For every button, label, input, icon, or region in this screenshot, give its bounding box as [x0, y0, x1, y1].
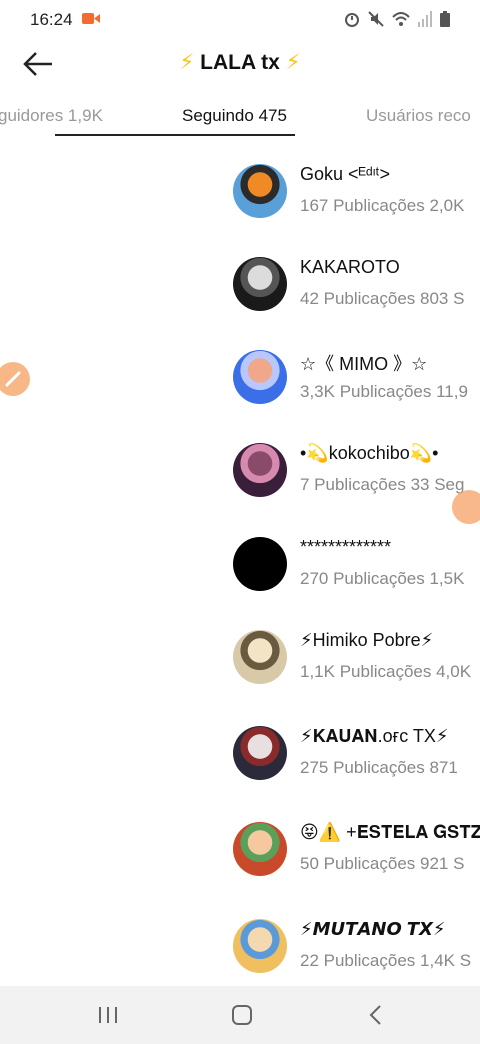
status-time: 16:24: [30, 10, 73, 29]
tab-active-indicator: [55, 134, 295, 136]
user-stats: 270 Publicações 1,5K: [300, 569, 465, 588]
user-stats: 167 Publicações 2,0K: [300, 196, 465, 215]
status-icons: [344, 11, 450, 27]
home-icon[interactable]: [222, 1002, 262, 1028]
status-bar: 16:24: [0, 0, 480, 38]
user-stats: 275 Publicações 871: [300, 758, 458, 777]
avatar[interactable]: [233, 443, 287, 497]
user-name: ⚡𝐊𝐀𝐔𝐀𝐍.ᴏғᴄ TX⚡: [300, 726, 449, 746]
list-item[interactable]: KAKAROTO 42 Publicações 803 S: [230, 243, 480, 333]
avatar[interactable]: [233, 537, 287, 591]
avatar[interactable]: [233, 822, 287, 876]
title-bolt-left: ⚡: [179, 51, 195, 74]
tab-following[interactable]: Seguindo 475: [182, 106, 287, 126]
wifi-icon: [392, 12, 410, 26]
list-item[interactable]: Goku <ᴱᵈᶦᵗ> 167 Publicações 2,0K: [230, 150, 480, 240]
mute-icon: [368, 11, 384, 27]
avatar[interactable]: [233, 164, 287, 218]
list-item[interactable]: ************* 270 Publicações 1,5K: [230, 523, 480, 613]
user-name: 😝⚠️ +𝐄𝐒𝐓𝐄𝐋𝐀 𝐆𝐒𝐓𝐙: [300, 822, 480, 842]
list-item[interactable]: 😝⚠️ +𝐄𝐒𝐓𝐄𝐋𝐀 𝐆𝐒𝐓𝐙 50 Publicações 921 S: [230, 808, 480, 898]
recent-apps-icon[interactable]: [88, 1002, 128, 1028]
list-item[interactable]: ⚡𝙈𝙐𝙏𝘼𝙉𝙊 𝙏𝙓⚡ 22 Publicações 1,4K S: [230, 905, 480, 995]
system-nav-bar: [0, 986, 480, 1044]
floating-timer-bubble[interactable]: [452, 490, 480, 524]
avatar[interactable]: [233, 726, 287, 780]
avatar[interactable]: [233, 350, 287, 404]
tab-followers[interactable]: guidores 1,9K: [0, 106, 103, 126]
pencil-icon: [5, 371, 21, 387]
avatar[interactable]: [233, 630, 287, 684]
user-stats: 3,3K Publicações 11,9: [300, 382, 468, 401]
user-stats: 7 Publicações 33 Seg: [300, 475, 465, 494]
user-name: ⚡𝙈𝙐𝙏𝘼𝙉𝙊 𝙏𝙓⚡: [300, 919, 446, 939]
back-nav-icon[interactable]: [356, 1002, 396, 1028]
title-text: LALA tx: [200, 51, 280, 74]
avatar[interactable]: [233, 257, 287, 311]
user-name: KAKAROTO: [300, 257, 400, 277]
battery-icon: [440, 11, 450, 27]
list-item[interactable]: •💫kokochibo💫• 7 Publicações 33 Seg: [230, 429, 480, 519]
floating-edit-bubble[interactable]: [0, 362, 30, 396]
user-name: •💫kokochibo💫•: [300, 443, 439, 463]
tab-bar: guidores 1,9K Seguindo 475 Usuários reco: [0, 92, 480, 138]
page-title: ⚡ LALA tx ⚡: [0, 50, 480, 75]
user-stats: 50 Publicações 921 S: [300, 854, 465, 873]
user-name: ☆《 MIMO 》☆: [300, 354, 428, 374]
list-item[interactable]: ⚡Himiko Pobre⚡ 1,1K Publicações 4,0K: [230, 616, 480, 706]
tab-recommended-users[interactable]: Usuários reco: [366, 106, 471, 126]
avatar[interactable]: [233, 919, 287, 973]
alarm-icon: [345, 13, 359, 27]
signal-icon: [418, 11, 432, 27]
user-name: ⚡Himiko Pobre⚡: [300, 630, 434, 650]
app-bar: ⚡ LALA tx ⚡: [0, 38, 480, 90]
screen-record-icon: [82, 13, 100, 24]
user-name: *************: [300, 537, 392, 557]
user-stats: 1,1K Publicações 4,0K: [300, 662, 472, 681]
user-stats: 42 Publicações 803 S: [300, 289, 465, 308]
list-item[interactable]: ⚡𝐊𝐀𝐔𝐀𝐍.ᴏғᴄ TX⚡ 275 Publicações 871: [230, 712, 480, 802]
title-bolt-right: ⚡: [285, 51, 301, 74]
user-stats: 22 Publicações 1,4K S: [300, 951, 472, 970]
user-name: Goku <ᴱᵈᶦᵗ>: [300, 164, 391, 184]
list-item[interactable]: ☆《 MIMO 》☆ 3,3K Publicações 11,9: [230, 336, 480, 426]
